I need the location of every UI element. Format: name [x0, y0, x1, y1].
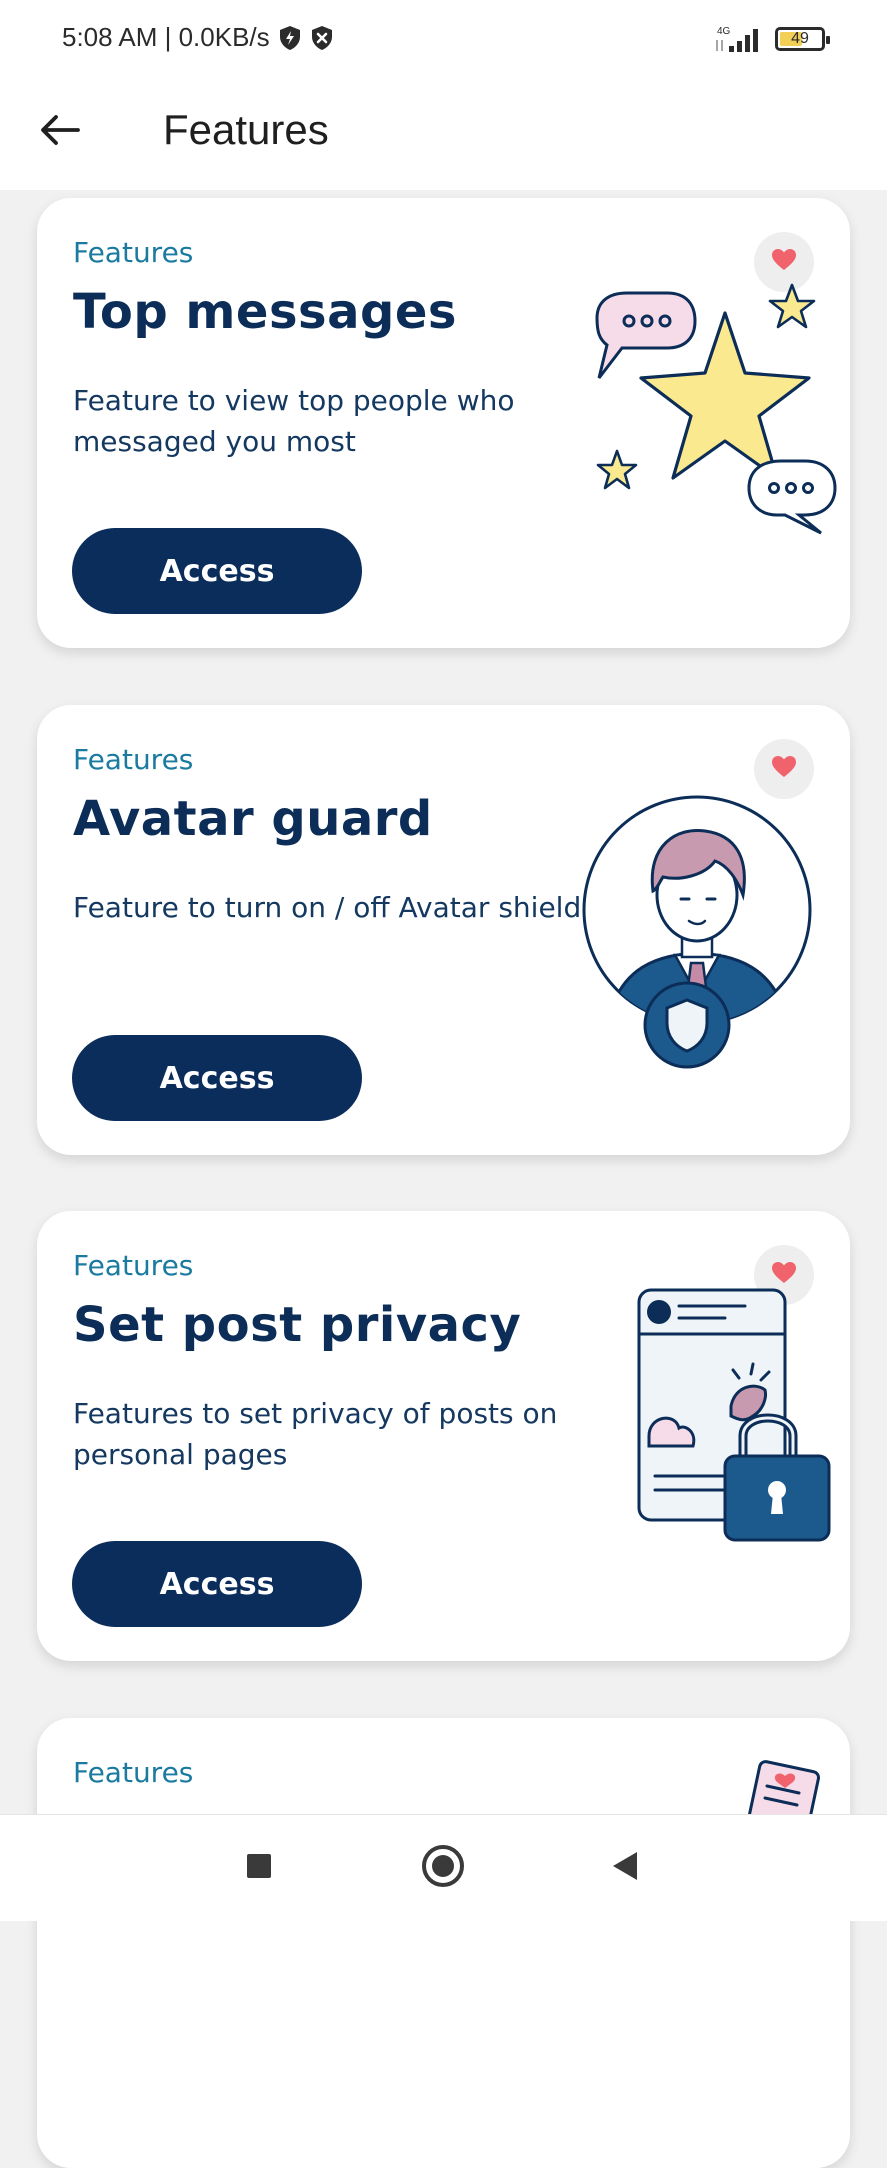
system-nav-bar	[0, 1814, 887, 1921]
access-button[interactable]: Access	[72, 1541, 362, 1627]
feature-card-avatar-guard: Features Avatar guard Feature to turn on…	[37, 705, 850, 1155]
card-tag: Features	[73, 1249, 194, 1282]
battery-level: 49	[791, 30, 809, 47]
feature-card-partial: Features	[37, 1718, 850, 2168]
card-title: Avatar guard	[73, 791, 433, 847]
circle-home-icon	[421, 1844, 465, 1892]
card-title: Top messages	[73, 284, 457, 340]
phone-padlock-icon	[635, 1286, 835, 1570]
card-tag: Features	[73, 236, 194, 269]
star-chat-bubbles-icon	[577, 283, 847, 547]
recents-button[interactable]	[234, 1843, 284, 1893]
network-label: 4G	[717, 26, 731, 37]
blocked-shield-icon	[310, 25, 334, 51]
access-button[interactable]: Access	[72, 1035, 362, 1121]
battery-icon: 49	[775, 27, 830, 51]
card-title: Set post privacy	[73, 1297, 522, 1353]
feature-card-top-messages: Features Top messages Feature to view to…	[37, 198, 850, 648]
card-description: Feature to turn on / off Avatar shield	[73, 891, 582, 924]
triangle-back-icon	[609, 1850, 641, 1886]
card-tag: Features	[73, 1756, 194, 1789]
back-nav-button[interactable]	[600, 1843, 650, 1893]
page-title: Features	[163, 106, 329, 153]
square-recents-icon	[245, 1852, 273, 1884]
status-left: 5:08 AM | 0.0KB/s	[62, 22, 334, 53]
heart-icon	[771, 755, 797, 783]
back-button[interactable]	[30, 102, 90, 162]
avatar-shield-icon	[577, 795, 817, 1079]
card-description: Feature to view top people who messaged …	[73, 384, 515, 458]
app-bar: Features	[0, 80, 887, 190]
lightning-shield-icon	[278, 25, 302, 51]
status-time-speed: 5:08 AM | 0.0KB/s	[62, 22, 270, 52]
signal-icon: 4G	[713, 24, 761, 54]
feature-card-set-post-privacy: Features Set post privacy Features to se…	[37, 1211, 850, 1661]
arrow-left-icon	[40, 114, 80, 150]
heart-icon	[771, 248, 797, 276]
card-tag: Features	[73, 743, 194, 776]
status-bar: 5:08 AM | 0.0KB/s 4G 49	[0, 0, 887, 80]
access-button[interactable]: Access	[72, 528, 362, 614]
status-right: 4G 49	[713, 24, 830, 54]
heart-icon	[771, 1261, 797, 1289]
favorite-button[interactable]	[754, 739, 814, 799]
card-description: Features to set privacy of posts on pers…	[73, 1397, 558, 1471]
home-button[interactable]	[418, 1843, 468, 1893]
